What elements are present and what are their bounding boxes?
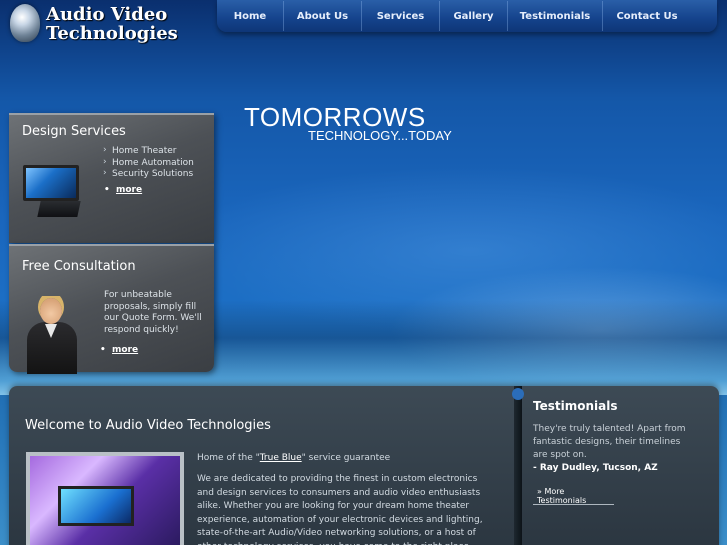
home-theater-photo [26,452,184,545]
service-link-security-solutions[interactable]: Security Solutions [103,168,194,181]
design-services-title: Design Services [22,124,126,139]
nav-testimonials[interactable]: Testimonials [508,1,603,31]
nav-home[interactable]: Home [217,1,284,31]
design-services-box: Design Services Home Theater Home Automa… [9,113,214,243]
testimonial-author: - Ray Dudley, Tucson, AZ [533,463,658,473]
consultant-photo [23,296,81,374]
nav-gallery[interactable]: Gallery [440,1,508,31]
free-consultation-box: Free Consultation For unbeatable proposa… [9,244,214,374]
true-blue-link[interactable]: True Blue [260,453,302,463]
television-icon [23,165,81,217]
more-testimonials-button[interactable]: » More Testimonials [533,487,614,505]
nav-about-us[interactable]: About Us [284,1,362,31]
services-list: Home Theater Home Automation Security So… [103,145,194,181]
welcome-title: Welcome to Audio Video Technologies [25,418,271,433]
design-services-more-link[interactable]: more [104,185,142,195]
service-link-home-automation[interactable]: Home Automation [103,157,194,170]
true-blue-line: Home of the "True Blue" service guarante… [197,453,391,463]
testimonial-quote: They're truly talented! Apart from fanta… [533,424,686,460]
nav-services[interactable]: Services [362,1,440,31]
logo-line-1: Audio Video [46,4,168,25]
free-consultation-more-link[interactable]: more [100,345,138,355]
logo-text: Audio Video Technologies [46,5,178,43]
free-consultation-text: For unbeatable proposals, simply fill ou… [104,290,202,335]
logo-line-2: Technologies [46,23,178,44]
content-panel: Welcome to Audio Video Technologies Home… [9,386,719,545]
nav-contact-us[interactable]: Contact Us [603,1,691,31]
testimonials-title: Testimonials [533,399,618,413]
free-consultation-title: Free Consultation [22,259,136,274]
hero-subheadline: TECHNOLOGY...TODAY [308,128,452,143]
panel-divider [512,386,524,545]
site-logo[interactable]: Audio Video Technologies [8,2,178,46]
service-link-home-theater[interactable]: Home Theater [103,145,194,158]
main-nav: Home About Us Services Gallery Testimoni… [217,0,717,32]
globe-icon [10,4,40,42]
welcome-paragraph: We are dedicated to providing the finest… [197,474,483,545]
